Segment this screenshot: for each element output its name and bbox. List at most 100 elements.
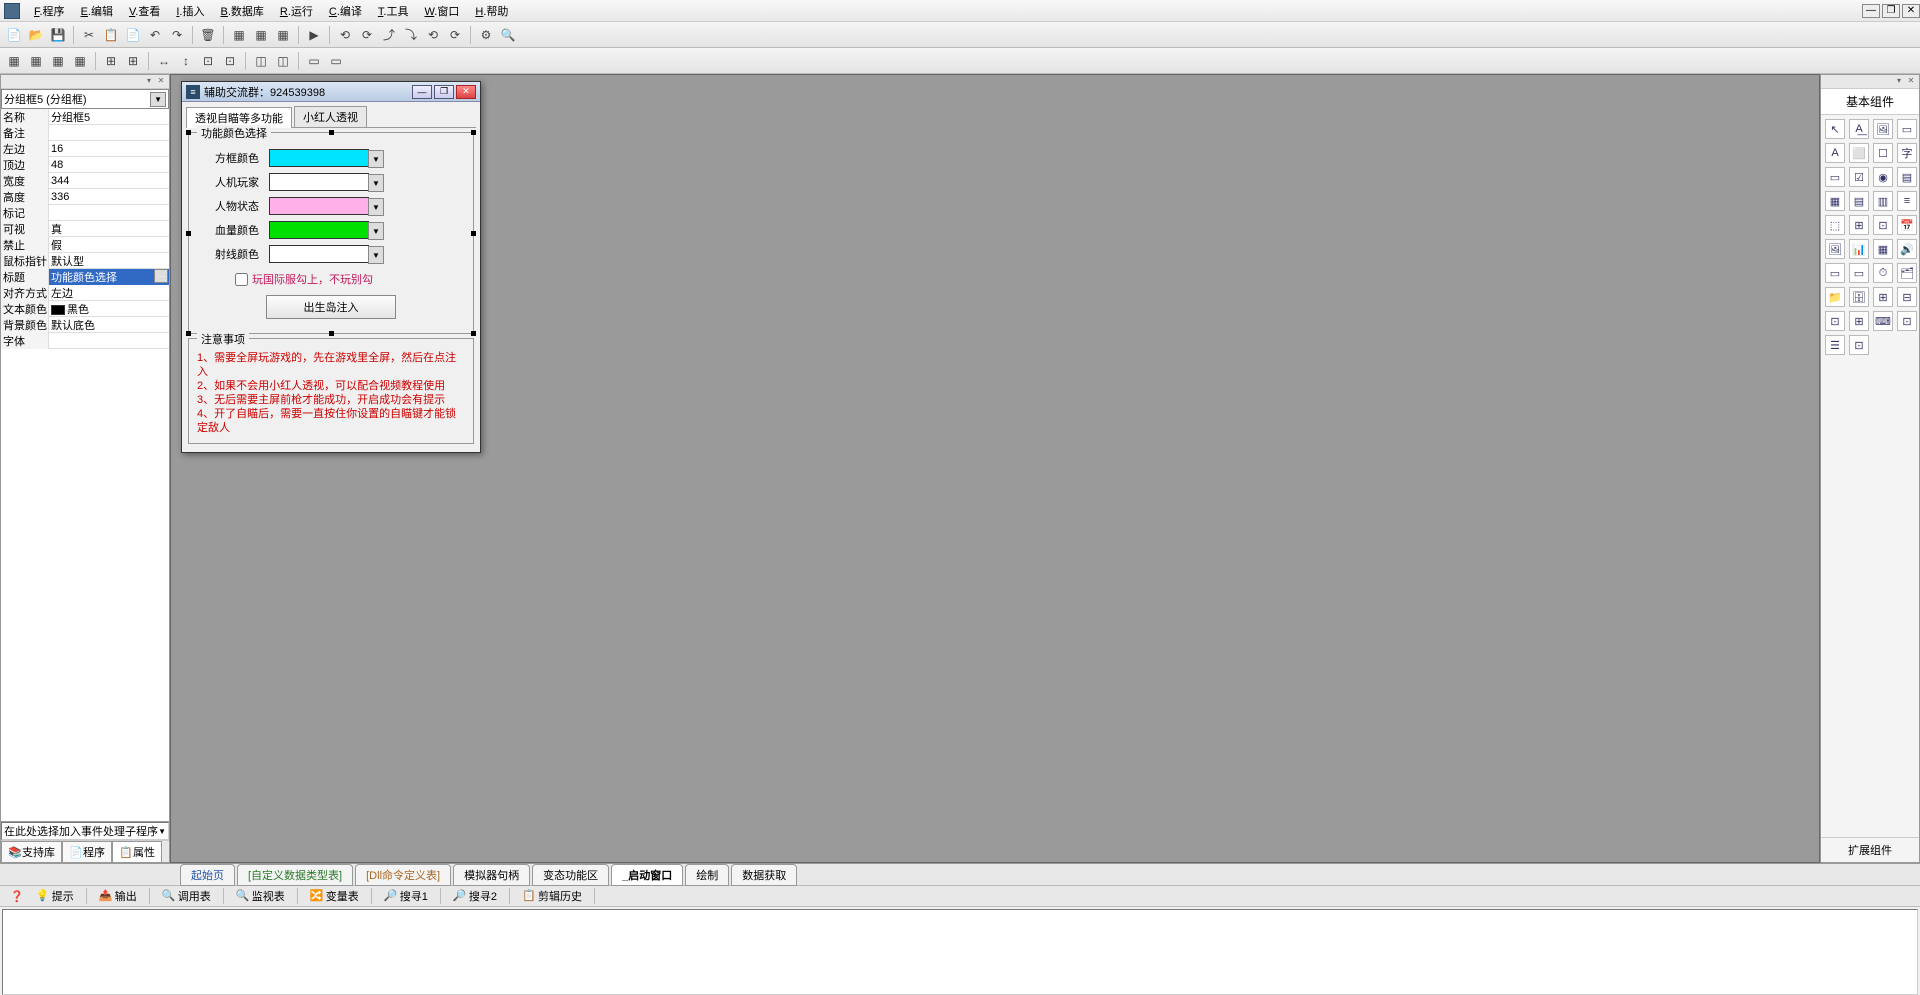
component-item[interactable]: ▤ — [1897, 167, 1917, 187]
component-item[interactable]: ▭ — [1897, 119, 1917, 139]
component-item[interactable]: A — [1825, 143, 1845, 163]
toolbar-button[interactable]: 🔍 — [498, 25, 518, 45]
toolbar-button[interactable]: ▶ — [304, 25, 324, 45]
menu-item[interactable]: E.编辑 — [73, 1, 121, 21]
code-tab[interactable]: 起始页 — [180, 864, 235, 886]
left-tab[interactable]: 📋属性 — [112, 841, 162, 862]
toolbar-button[interactable]: ▦ — [251, 25, 271, 45]
property-row[interactable]: 背景颜色默认底色 — [1, 317, 169, 333]
component-item[interactable]: 🖼 — [1873, 119, 1893, 139]
property-grid[interactable]: 名称分组框5备注左边16顶边48宽度344高度336标记可视真禁止假鼠标指针默认… — [1, 109, 169, 465]
output-tab[interactable]: 🔎搜寻2 — [449, 888, 501, 904]
menu-item[interactable]: B.数据库 — [212, 1, 271, 21]
panel-close-icon[interactable]: ✕ — [155, 75, 167, 85]
component-item[interactable]: ⊡ — [1849, 335, 1869, 355]
property-value[interactable]: 默认底色 — [49, 317, 169, 333]
menu-item[interactable]: I.插入 — [168, 1, 212, 21]
toolbar-button[interactable]: 📂 — [26, 25, 46, 45]
property-row[interactable]: 标记 — [1, 205, 169, 221]
component-item[interactable]: 📊 — [1849, 239, 1869, 259]
output-tab[interactable]: 📤输出 — [95, 888, 141, 904]
menu-item[interactable]: H.帮助 — [467, 1, 516, 21]
code-tab[interactable]: [自定义数据类型表] — [237, 864, 353, 886]
component-item[interactable]: 📁 — [1825, 287, 1845, 307]
property-row[interactable]: 备注 — [1, 125, 169, 141]
property-value[interactable]: 分组框5 — [49, 109, 169, 125]
color-combobox[interactable] — [269, 173, 369, 191]
component-item[interactable]: 🔊 — [1897, 239, 1917, 259]
toolbar-button[interactable]: ◫ — [273, 51, 293, 71]
inject-button[interactable]: 出生岛注入 — [266, 295, 396, 319]
tab-redman[interactable]: 小红人透视 — [294, 106, 367, 127]
toolbar-button[interactable]: ⤴ — [379, 25, 399, 45]
code-tab[interactable]: _启动窗口 — [611, 864, 683, 886]
component-item[interactable]: ☰ — [1825, 335, 1845, 355]
palette-dock-icon[interactable]: ▾ — [1893, 75, 1905, 85]
component-item[interactable]: 🗄 — [1849, 287, 1869, 307]
toolbar-button[interactable]: ⊞ — [101, 51, 121, 71]
close-button[interactable]: ✕ — [1902, 4, 1920, 18]
component-item[interactable]: A͟ — [1849, 119, 1869, 139]
palette-close-icon[interactable]: ✕ — [1905, 75, 1917, 85]
component-item[interactable]: ⬚ — [1825, 215, 1845, 235]
component-item[interactable]: ☑ — [1849, 167, 1869, 187]
component-item[interactable]: ⊟ — [1897, 287, 1917, 307]
color-combobox[interactable] — [269, 149, 369, 167]
toolbar-button[interactable]: ↶ — [145, 25, 165, 45]
menu-item[interactable]: F.程序 — [26, 1, 73, 21]
component-item[interactable]: ▦ — [1825, 191, 1845, 211]
output-tab[interactable]: 🔎搜寻1 — [380, 888, 432, 904]
color-combobox[interactable] — [269, 245, 369, 263]
palette-expand-button[interactable]: 扩展组件 — [1821, 837, 1919, 862]
property-value[interactable]: 336 — [49, 191, 169, 203]
property-value[interactable]: 假 — [49, 237, 169, 253]
property-value[interactable]: 16 — [49, 143, 169, 155]
property-row[interactable]: 标题功能颜色选择… — [1, 269, 169, 285]
toolbar-button[interactable]: ▦ — [4, 51, 24, 71]
toolbar-button[interactable]: ▦ — [70, 51, 90, 71]
toolbar-button[interactable]: ⟳ — [357, 25, 377, 45]
property-value[interactable]: 默认型 — [49, 253, 169, 269]
color-combobox[interactable] — [269, 221, 369, 239]
component-item[interactable]: ☐ — [1873, 143, 1893, 163]
toolbar-button[interactable]: 🗑 — [198, 25, 218, 45]
output-tab[interactable]: 🔀变量表 — [306, 888, 363, 904]
component-item[interactable]: ⊡ — [1825, 311, 1845, 331]
component-item[interactable]: ⊞ — [1849, 311, 1869, 331]
component-item[interactable]: 🗂 — [1897, 263, 1917, 283]
property-value[interactable]: 344 — [49, 175, 169, 187]
toolbar-button[interactable]: ✂ — [79, 25, 99, 45]
palette-title[interactable]: 基本组件 — [1821, 89, 1919, 115]
component-item[interactable]: ▭ — [1849, 263, 1869, 283]
output-tab[interactable]: 📋剪辑历史 — [518, 888, 586, 904]
property-row[interactable]: 高度336 — [1, 189, 169, 205]
component-item[interactable]: 📅 — [1897, 215, 1917, 235]
ellipsis-button[interactable]: … — [154, 269, 168, 283]
component-item[interactable]: ⊡ — [1873, 215, 1893, 235]
property-value[interactable]: 48 — [49, 159, 169, 171]
code-tab[interactable]: [Dll命令定义表] — [355, 864, 451, 886]
toolbar-button[interactable]: 📄 — [4, 25, 24, 45]
intl-server-checkbox[interactable] — [235, 273, 248, 286]
form-minimize-button[interactable]: — — [412, 85, 432, 99]
output-panel[interactable] — [2, 909, 1918, 995]
property-row[interactable]: 宽度344 — [1, 173, 169, 189]
toolbar-button[interactable]: ▦ — [48, 51, 68, 71]
toolbar-button[interactable]: ⚙ — [476, 25, 496, 45]
toolbar-button[interactable]: ▦ — [273, 25, 293, 45]
output-tab[interactable]: 🔍调用表 — [158, 888, 215, 904]
property-row[interactable]: 字体 — [1, 333, 169, 349]
component-item[interactable]: 🖼 — [1825, 239, 1845, 259]
toolbar-button[interactable]: ↕ — [176, 51, 196, 71]
component-item[interactable]: ⌨ — [1873, 311, 1893, 331]
code-tab[interactable]: 模拟器句柄 — [453, 864, 530, 886]
toolbar-button[interactable]: ⊞ — [123, 51, 143, 71]
menu-item[interactable]: R.运行 — [272, 1, 321, 21]
code-tab[interactable]: 数据获取 — [731, 864, 797, 886]
toolbar-button[interactable]: ⊡ — [198, 51, 218, 71]
toolbar-button[interactable]: ▦ — [26, 51, 46, 71]
output-tab[interactable]: 💡提示 — [32, 888, 78, 904]
property-row[interactable]: 鼠标指针默认型 — [1, 253, 169, 269]
toolbar-button[interactable]: ▭ — [326, 51, 346, 71]
help-icon[interactable]: ❓ — [6, 890, 28, 903]
